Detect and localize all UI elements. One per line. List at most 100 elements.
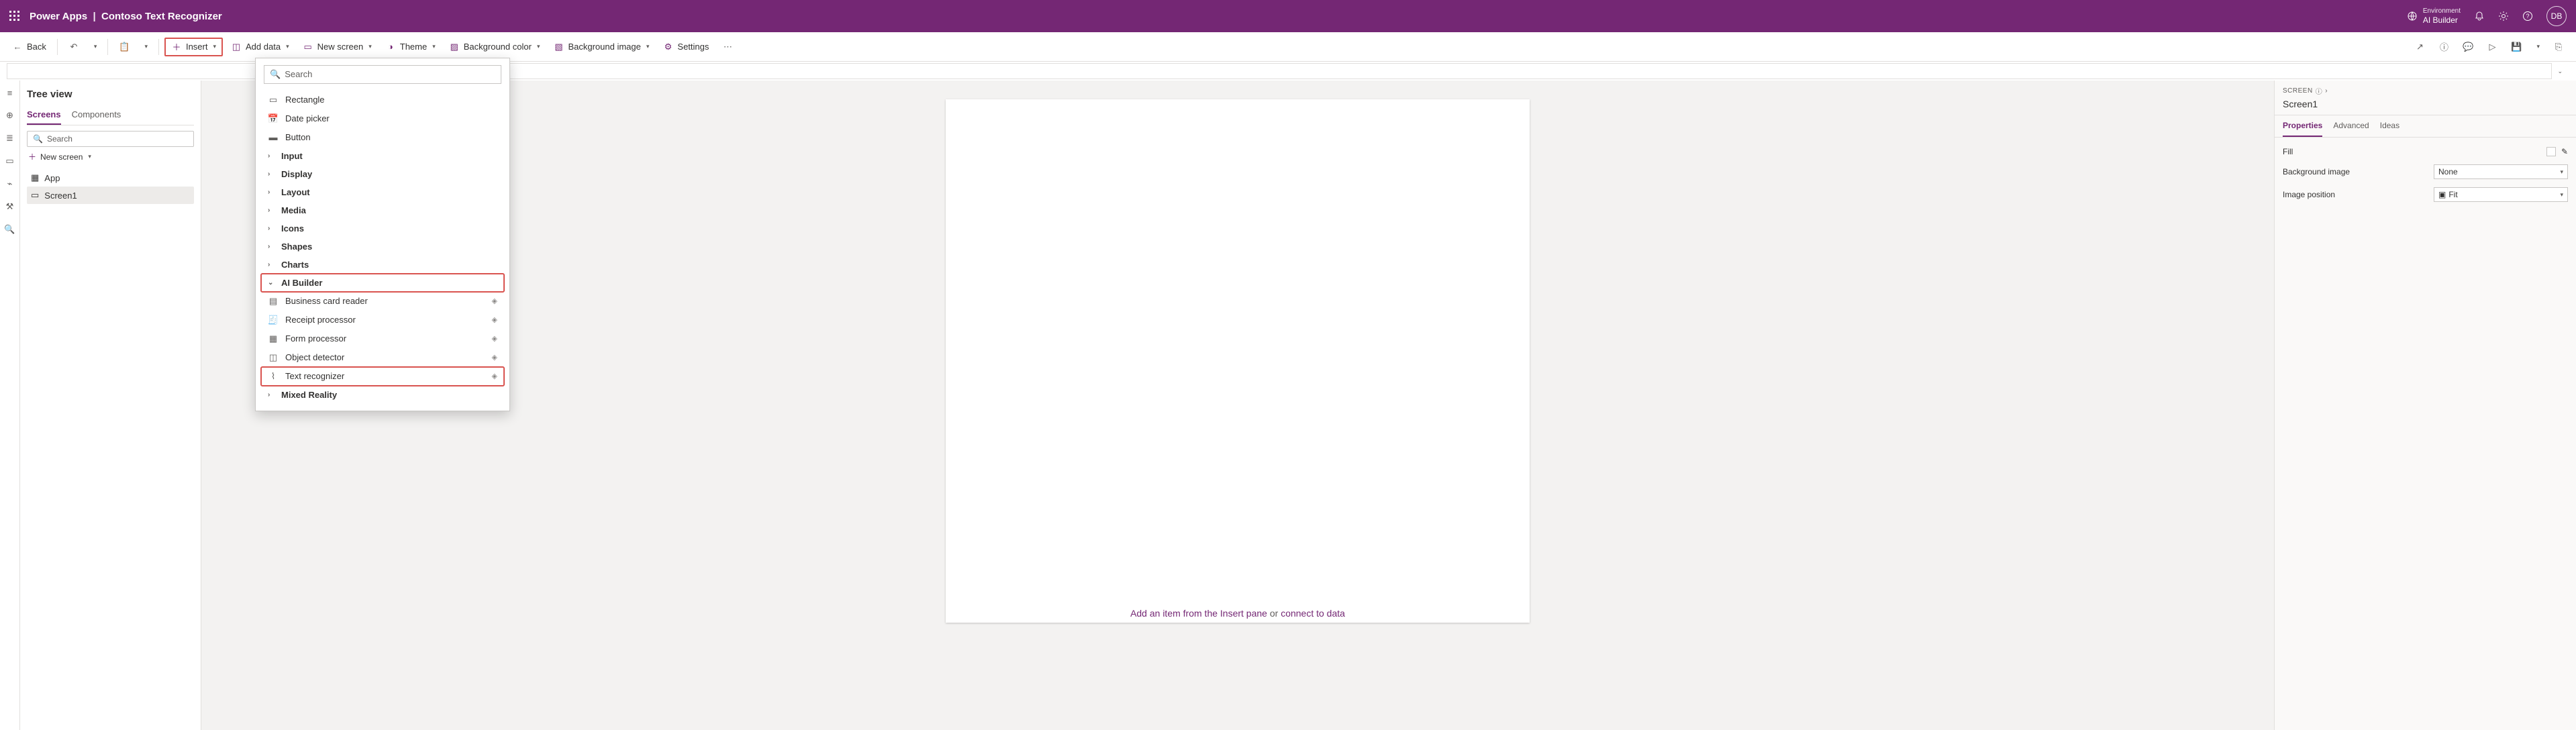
tab-screens[interactable]: Screens xyxy=(27,105,61,125)
rail-data-icon[interactable]: ≣ xyxy=(3,132,17,145)
tab-components[interactable]: Components xyxy=(72,105,121,125)
insert-item-rectangle[interactable]: ▭Rectangle xyxy=(261,91,504,109)
product-name: Power Apps xyxy=(30,11,87,22)
prop-tab-properties[interactable]: Properties xyxy=(2283,115,2322,137)
insert-item-button[interactable]: ▬Button xyxy=(261,128,504,147)
rail-insert-icon[interactable]: ⊕ xyxy=(3,109,17,122)
preview-button[interactable]: ▷ xyxy=(2481,38,2503,56)
publish-button[interactable]: ⎘ xyxy=(2548,38,2569,56)
rail-media-icon[interactable]: ▭ xyxy=(3,154,17,168)
clipboard-icon: 📋 xyxy=(119,42,130,52)
help-icon[interactable]: ? xyxy=(2522,11,2533,21)
notifications-icon[interactable] xyxy=(2474,11,2485,21)
insert-item-date-picker[interactable]: 📅Date picker xyxy=(261,109,504,128)
undo-button[interactable]: ↶ xyxy=(63,38,85,56)
insert-dropdown: 🔍 Search ▭Rectangle 📅Date picker ▬Button… xyxy=(255,58,510,411)
prop-bgimage-label: Background image xyxy=(2283,167,2350,176)
tree-item-screen1[interactable]: ▭ Screen1 xyxy=(27,187,194,204)
add-data-button[interactable]: ◫ Add data ▾ xyxy=(226,38,295,56)
insert-cat-media[interactable]: ›Media xyxy=(261,201,504,219)
environment-name: AI Builder xyxy=(2423,15,2461,25)
info-icon[interactable]: ⓘ xyxy=(2316,86,2323,96)
bg-image-button[interactable]: ▧ Background image ▾ xyxy=(548,38,654,56)
chevron-down-icon: ▾ xyxy=(88,153,91,160)
user-avatar[interactable]: DB xyxy=(2546,6,2567,26)
app-icon: ▦ xyxy=(31,172,39,183)
insert-button[interactable]: ＋ Insert ▾ xyxy=(164,38,223,56)
check-button[interactable]: ⓘ xyxy=(2433,38,2455,56)
rail-search-icon[interactable]: 🔍 xyxy=(3,223,17,236)
save-split[interactable]: ▾ xyxy=(2530,39,2545,54)
app-name: Contoso Text Recognizer xyxy=(101,11,222,22)
screen-icon: ▭ xyxy=(31,190,39,201)
insert-search[interactable]: 🔍 Search xyxy=(264,65,501,84)
insert-item-text-recognizer[interactable]: ⌇Text recognizer◈ xyxy=(261,367,504,386)
prop-imgpos-value: Fit xyxy=(2448,190,2457,199)
chevron-right-icon: › xyxy=(268,225,275,232)
insert-cat-shapes[interactable]: ›Shapes xyxy=(261,238,504,256)
search-icon: 🔍 xyxy=(270,69,281,80)
settings-gear-icon[interactable] xyxy=(2498,11,2509,21)
new-screen-button[interactable]: ▭ New screen ▾ xyxy=(297,38,377,56)
fit-icon: ▣ xyxy=(2438,190,2446,199)
chat-icon: 💬 xyxy=(2463,42,2473,52)
settings-label: Settings xyxy=(677,42,709,52)
insert-item-receipt[interactable]: 🧾Receipt processor◈ xyxy=(261,311,504,329)
prop-tab-ideas[interactable]: Ideas xyxy=(2380,115,2399,137)
insert-item-form-processor[interactable]: ▦Form processor◈ xyxy=(261,329,504,348)
fill-edit-icon[interactable]: ✎ xyxy=(2561,147,2568,156)
insert-cat-charts[interactable]: ›Charts xyxy=(261,256,504,274)
text-rec-icon: ⌇ xyxy=(268,371,279,382)
tree-title: Tree view xyxy=(27,89,194,100)
overflow-button[interactable]: ⋯ xyxy=(717,38,738,56)
comments-button[interactable]: 💬 xyxy=(2457,38,2479,56)
insert-cat-input[interactable]: ›Input xyxy=(261,147,504,165)
theme-button[interactable]: ◑ Theme ▾ xyxy=(380,38,441,56)
svg-text:?: ? xyxy=(2526,13,2529,19)
rail-tools-icon[interactable]: ⚒ xyxy=(3,200,17,213)
insert-cat-icons[interactable]: ›Icons xyxy=(261,219,504,238)
insert-label: Insert xyxy=(186,42,208,52)
save-button[interactable]: 💾 xyxy=(2506,38,2527,56)
connect-to-data-link[interactable]: connect to data xyxy=(1281,608,1345,619)
app-topbar: Power Apps | Contoso Text Recognizer Env… xyxy=(0,0,2576,32)
receipt-icon: 🧾 xyxy=(268,315,279,325)
app-launcher-icon[interactable] xyxy=(9,11,20,21)
chevron-right-icon: › xyxy=(268,243,275,250)
canvas[interactable]: Add an item from the Insert pane or conn… xyxy=(946,99,1530,623)
prop-imgpos-select[interactable]: ▣Fit ▾ xyxy=(2434,187,2568,202)
back-label: Back xyxy=(27,42,46,52)
insert-cat-ai-builder[interactable]: ⌄AI Builder xyxy=(261,274,504,292)
environment-picker[interactable]: Environment AI Builder xyxy=(2407,7,2461,25)
settings-button[interactable]: ⚙ Settings xyxy=(657,38,714,56)
insert-cat-mixed-reality[interactable]: ›Mixed Reality xyxy=(261,386,504,404)
bg-color-button[interactable]: ▨ Background color ▾ xyxy=(444,38,546,56)
insert-item-object-detector[interactable]: ◫Object detector◈ xyxy=(261,348,504,367)
rail-tree-icon[interactable]: ≡ xyxy=(3,86,17,99)
paste-button[interactable]: 📋 xyxy=(113,38,135,56)
expand-panel-icon[interactable]: › xyxy=(2325,87,2328,95)
search-icon: 🔍 xyxy=(33,134,43,144)
back-button[interactable]: ← Back xyxy=(7,38,52,56)
share-button[interactable]: ↗ xyxy=(2409,38,2430,56)
undo-split[interactable]: ▾ xyxy=(87,39,103,54)
publish-icon: ⎘ xyxy=(2553,42,2564,52)
prop-fill-label: Fill xyxy=(2283,147,2293,156)
tree-item-app[interactable]: ▦ App xyxy=(27,169,194,187)
tree-search[interactable]: 🔍 Search xyxy=(27,131,194,147)
fill-color-swatch[interactable] xyxy=(2546,147,2556,156)
prop-imgpos-label: Image position xyxy=(2283,190,2335,199)
rail-advanced-icon[interactable]: ⌁ xyxy=(3,177,17,191)
chevron-right-icon: › xyxy=(268,152,275,160)
tree-new-screen[interactable]: ＋ New screen ▾ xyxy=(27,147,194,166)
expand-formula-icon[interactable]: ⌄ xyxy=(2557,68,2563,75)
insert-search-placeholder: Search xyxy=(285,69,312,79)
insert-item-business-card[interactable]: ▤Business card reader◈ xyxy=(261,292,504,311)
insert-cat-layout[interactable]: ›Layout xyxy=(261,183,504,201)
paste-split[interactable]: ▾ xyxy=(138,39,153,54)
insert-cat-display[interactable]: ›Display xyxy=(261,165,504,183)
chevron-right-icon: › xyxy=(268,261,275,268)
tree-new-screen-label: New screen xyxy=(40,152,83,162)
prop-bgimage-select[interactable]: None ▾ xyxy=(2434,164,2568,179)
prop-tab-advanced[interactable]: Advanced xyxy=(2333,115,2369,137)
